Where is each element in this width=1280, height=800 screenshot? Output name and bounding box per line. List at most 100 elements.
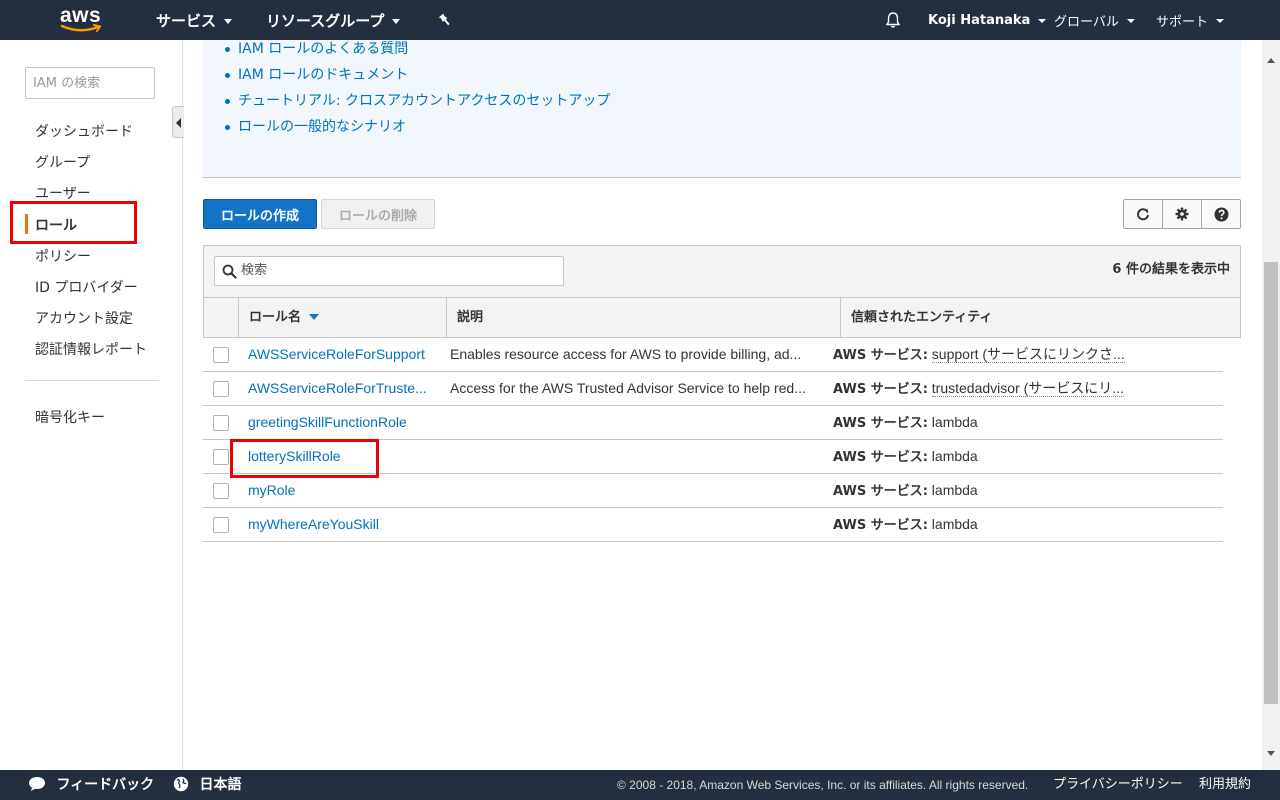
role-name-link[interactable]: AWSServiceRoleForTruste... (248, 372, 433, 405)
feedback-label: フィードバック (56, 777, 155, 793)
feedback-button[interactable]: フィードバック (28, 770, 154, 800)
sidebar-item-policies[interactable]: ポリシー (35, 246, 91, 266)
sidebar-collapse-button[interactable] (172, 106, 184, 138)
help-link-docs[interactable]: IAM ロールのドキュメント (225, 62, 610, 88)
entity-value[interactable]: trustedadvisor (サービスにリ... (931, 380, 1124, 397)
chevron-down-icon (392, 18, 401, 24)
role-description (450, 440, 812, 473)
role-description (450, 474, 812, 507)
role-name-link[interactable]: myWhereAreYouSkill (248, 508, 433, 541)
role-name-link[interactable]: greetingSkillFunctionRole (248, 406, 433, 439)
sort-desc-icon (309, 314, 320, 320)
aws-logo[interactable]: aws (58, 4, 108, 36)
aws-smile-icon (60, 24, 102, 32)
highlight-box-lottery-role (230, 439, 379, 478)
entity-prefix: AWS サービス: (833, 416, 928, 431)
scroll-thumb[interactable] (1264, 262, 1278, 704)
help-button[interactable] (1202, 200, 1240, 228)
table-row: myWhereAreYouSkill AWS サービス: lambda (203, 508, 1223, 542)
row-checkbox[interactable] (213, 449, 229, 465)
row-checkbox[interactable] (213, 347, 229, 363)
language-selector[interactable]: 日本語 (173, 770, 241, 800)
info-panel: IAM ロールのよくある質問 IAM ロールのドキュメント チュートリアル: ク… (203, 40, 1241, 178)
scroll-up-icon[interactable] (1267, 58, 1275, 63)
row-checkbox[interactable] (213, 381, 229, 397)
trusted-entity: AWS サービス: lambda (833, 474, 1133, 507)
region-label: グローバル (1054, 14, 1119, 30)
sidebar-item-dashboard[interactable]: ダッシュボード (35, 121, 133, 141)
entity-value[interactable]: support (サービスにリンクさ... (931, 346, 1125, 363)
table-search-input[interactable] (241, 263, 551, 278)
globe-icon (173, 776, 189, 792)
table-search[interactable] (214, 256, 564, 286)
iam-search-input[interactable] (25, 67, 155, 99)
help-link-faq[interactable]: IAM ロールのよくある質問 (225, 36, 610, 62)
help-link-tutorial[interactable]: チュートリアル: クロスアカウントアクセスのセットアップ (225, 88, 610, 114)
user-menu[interactable]: Koji Hatanaka (928, 0, 1047, 40)
column-header-role-name[interactable]: ロール名 (238, 298, 446, 338)
role-description: Access for the AWS Trusted Advisor Servi… (450, 380, 806, 396)
notifications-button[interactable] (884, 0, 902, 40)
column-header-description[interactable]: 説明 (446, 298, 840, 338)
entity-prefix: AWS サービス: (833, 484, 928, 499)
terms-link[interactable]: 利用規約 (1199, 770, 1251, 800)
region-menu[interactable]: グローバル (1054, 0, 1135, 40)
sidebar-item-identity-providers[interactable]: ID プロバイダー (35, 277, 138, 297)
speech-bubble-icon (29, 777, 45, 791)
help-link-scenarios[interactable]: ロールの一般的なシナリオ (225, 114, 610, 140)
scroll-down-icon[interactable] (1267, 751, 1275, 756)
support-menu[interactable]: サポート (1156, 0, 1225, 40)
role-name-link[interactable]: myRole (248, 474, 433, 507)
pin-button[interactable] (438, 0, 452, 40)
trusted-entity: AWS サービス: trustedadvisor (サービスにリ... (833, 372, 1133, 405)
sidebar-item-users[interactable]: ユーザー (35, 183, 91, 203)
table-tools (1123, 199, 1241, 229)
sidebar-item-encryption-keys[interactable]: 暗号化キー (35, 407, 105, 427)
role-description: Enables resource access for AWS to provi… (450, 346, 802, 362)
trusted-entity: AWS サービス: support (サービスにリンクさ... (833, 338, 1133, 371)
refresh-icon (1137, 208, 1149, 221)
entity-value: lambda (931, 448, 978, 464)
copyright-text: © 2008 - 2018, Amazon Web Services, Inc.… (617, 778, 1029, 792)
bell-icon (885, 12, 901, 28)
table-row: AWSServiceRoleForTruste... Access for th… (203, 372, 1223, 406)
services-menu[interactable]: サービス (156, 0, 233, 40)
entity-value: lambda (931, 414, 978, 430)
chevron-down-icon (1216, 19, 1225, 23)
settings-button[interactable] (1163, 200, 1202, 228)
table-row: greetingSkillFunctionRole AWS サービス: lamb… (203, 406, 1223, 440)
services-label: サービス (156, 11, 217, 30)
user-name: Koji Hatanaka (928, 12, 1031, 28)
resource-groups-menu[interactable]: リソースグループ (266, 0, 401, 40)
sidebar-item-groups[interactable]: グループ (35, 152, 90, 172)
entity-prefix: AWS サービス: (833, 450, 928, 465)
row-checkbox[interactable] (213, 415, 229, 431)
row-checkbox[interactable] (213, 483, 229, 499)
top-nav: aws サービス リソースグループ Koji Hatanaka グローバル サポ… (0, 0, 1280, 40)
sidebar-item-account-settings[interactable]: アカウント設定 (35, 308, 133, 328)
role-description (450, 406, 812, 439)
create-role-button[interactable]: ロールの作成 (203, 199, 317, 229)
roles-table: 6 件の結果を表示中 ロール名 説明 信頼されたエンティティ AWSServic… (203, 245, 1241, 542)
page-scrollbar[interactable] (1262, 40, 1280, 770)
search-icon (222, 264, 237, 279)
table-header: ロール名 説明 信頼されたエンティティ (203, 297, 1241, 338)
column-label-description: 説明 (457, 310, 484, 325)
sidebar-item-credential-report[interactable]: 認証情報レポート (35, 339, 147, 359)
trusted-entity: AWS サービス: lambda (833, 508, 1133, 541)
trusted-entity: AWS サービス: lambda (833, 406, 1133, 439)
privacy-policy-link[interactable]: プライバシーポリシー (1053, 770, 1183, 800)
entity-value: lambda (931, 482, 978, 498)
table-row: AWSServiceRoleForSupport Enables resourc… (203, 338, 1223, 372)
role-description (450, 508, 812, 541)
entity-value: lambda (931, 516, 978, 532)
trusted-entity: AWS サービス: lambda (833, 440, 1133, 473)
footer: フィードバック 日本語 © 2008 - 2018, Amazon Web Se… (0, 770, 1280, 800)
role-name-link[interactable]: AWSServiceRoleForSupport (248, 338, 433, 371)
column-header-trusted-entity[interactable]: 信頼されたエンティティ (840, 298, 1240, 338)
entity-prefix: AWS サービス: (833, 348, 928, 363)
row-checkbox[interactable] (213, 517, 229, 533)
table-toolbar: 6 件の結果を表示中 (203, 245, 1241, 297)
refresh-button[interactable] (1124, 200, 1163, 228)
delete-role-button[interactable]: ロールの削除 (321, 199, 435, 229)
